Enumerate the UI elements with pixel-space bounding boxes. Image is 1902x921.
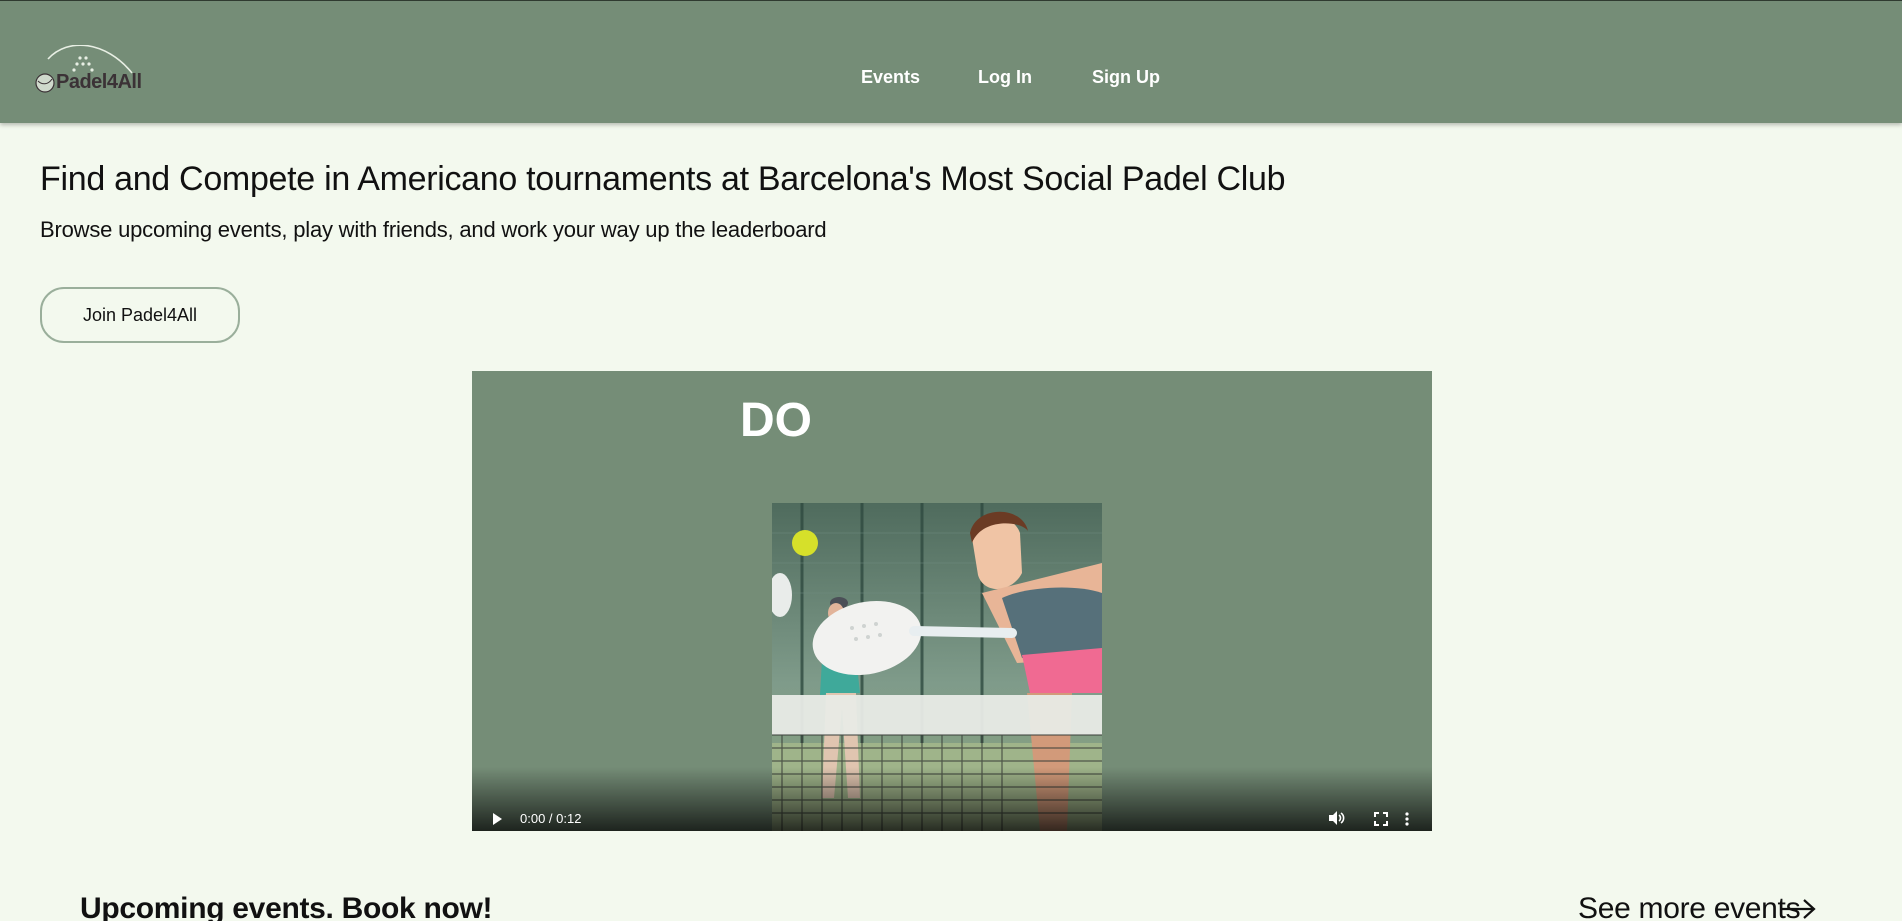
main-nav: Events Log In Sign Up xyxy=(0,67,1902,91)
play-icon[interactable] xyxy=(490,812,504,831)
upcoming-events-title: Upcoming events. Book now! xyxy=(80,892,493,921)
video-caption-text: DO xyxy=(740,394,812,447)
volume-icon[interactable] xyxy=(1328,810,1346,831)
hero-title: Find and Compete in Americano tournament… xyxy=(40,160,1286,198)
promo-video-player[interactable]: DO 0:00 / 0:12 xyxy=(472,371,1432,831)
arrow-right-icon[interactable] xyxy=(1778,898,1818,921)
join-padel4all-button[interactable]: Join Padel4All xyxy=(40,287,240,343)
top-navbar: Padel4All Events Log In Sign Up xyxy=(0,0,1902,123)
hero-subtitle: Browse upcoming events, play with friend… xyxy=(40,217,827,242)
nav-events-link[interactable]: Events xyxy=(861,67,920,88)
more-options-icon[interactable] xyxy=(1400,812,1414,831)
fullscreen-icon[interactable] xyxy=(1352,812,1388,831)
video-controls-bar xyxy=(472,767,1432,831)
video-time-display: 0:00 / 0:12 xyxy=(520,811,582,826)
nav-login-link[interactable]: Log In xyxy=(978,67,1032,88)
nav-signup-link[interactable]: Sign Up xyxy=(1092,67,1160,88)
see-more-events-link[interactable]: See more events xyxy=(1578,892,1801,921)
